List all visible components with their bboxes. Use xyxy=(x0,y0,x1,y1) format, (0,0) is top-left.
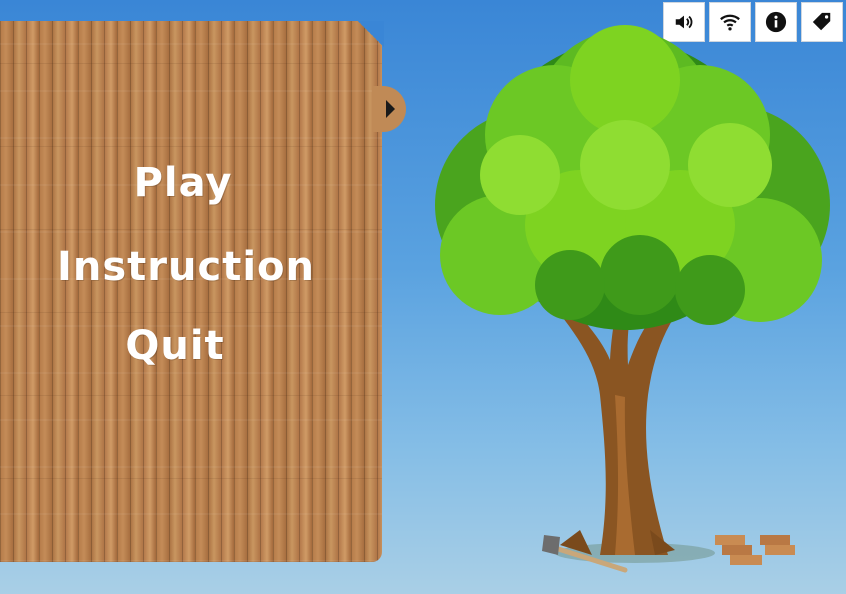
panel-corner xyxy=(358,21,384,47)
wood-menu-panel xyxy=(0,21,382,562)
quit-button[interactable]: Quit xyxy=(0,323,366,369)
play-button[interactable]: Play xyxy=(0,160,374,206)
instruction-button[interactable]: Instruction xyxy=(0,244,377,290)
tree-illustration xyxy=(435,25,830,573)
collapse-menu-button[interactable] xyxy=(372,86,406,132)
tree-canopy xyxy=(435,25,830,330)
firewood-icon xyxy=(715,535,795,565)
arrow-right-icon xyxy=(386,100,395,118)
